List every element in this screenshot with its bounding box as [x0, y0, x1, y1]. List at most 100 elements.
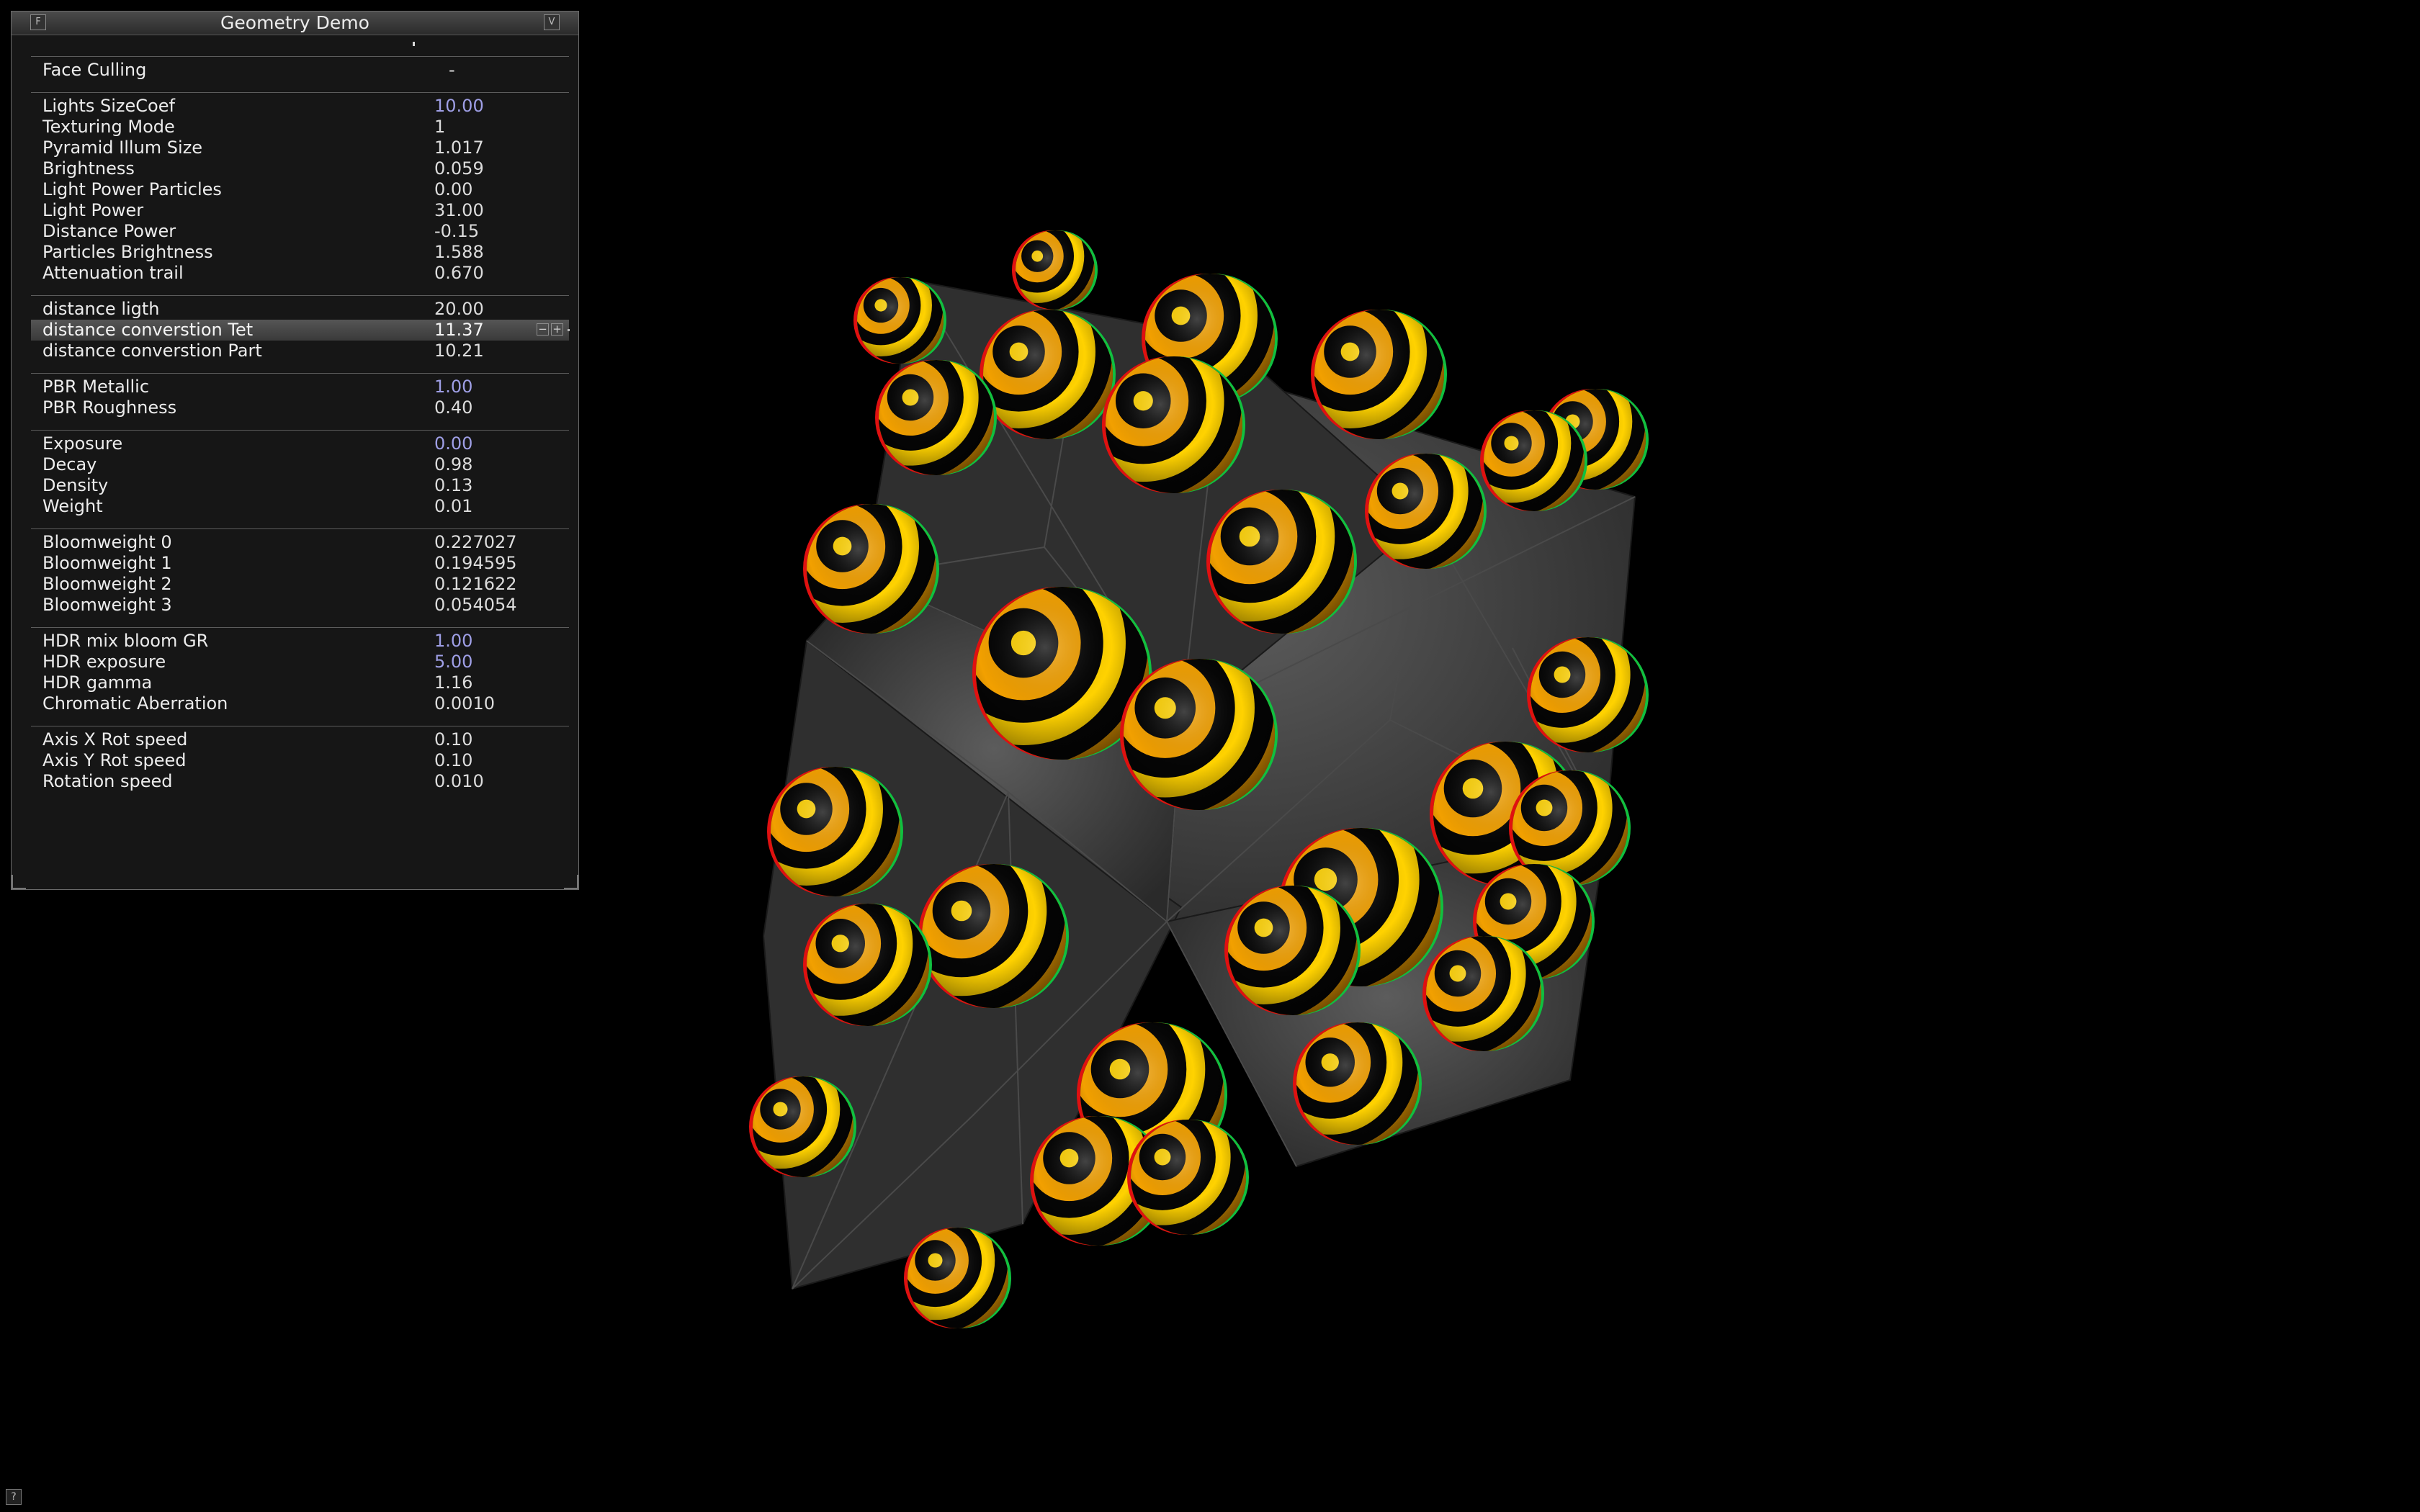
param-row[interactable]: HDR gamma 1.16: [31, 672, 569, 693]
param-value[interactable]: 0.059: [434, 158, 484, 179]
param-row[interactable]: Axis Y Rot speed 0.10: [31, 750, 569, 771]
param-label: Brightness: [42, 158, 135, 179]
param-row[interactable]: Weight 0.01: [31, 496, 569, 517]
param-value[interactable]: 1: [434, 117, 445, 138]
param-row[interactable]: Particles Brightness 1.588: [31, 242, 569, 263]
sphere-shading: [1296, 1022, 1419, 1145]
param-row[interactable]: PBR Roughness 0.40: [31, 397, 569, 418]
param-value[interactable]: 0.13: [434, 475, 472, 496]
param-row[interactable]: Face Culling -: [31, 60, 569, 81]
param-label: Lights SizeCoef: [42, 96, 175, 116]
param-row[interactable]: Light Power Particles 0.00: [31, 179, 569, 200]
param-row[interactable]: Bloomweight 0 0.227027: [31, 532, 569, 553]
param-row[interactable]: distance converstion Tet 11.37 − +: [31, 320, 570, 341]
param-value[interactable]: 1.00: [434, 631, 472, 652]
param-value[interactable]: 0.40: [434, 397, 472, 418]
param-value[interactable]: 11.37: [434, 320, 484, 341]
param-row[interactable]: Texturing Mode 1: [31, 117, 569, 138]
sphere-shading: [1131, 1120, 1246, 1235]
param-label: Axis X Rot speed: [42, 729, 188, 750]
param-row[interactable]: HDR exposure 5.00: [31, 652, 569, 672]
param-label: Weight: [42, 496, 103, 516]
param-label: Decay: [42, 454, 97, 474]
param-row[interactable]: Lights SizeCoef 10.00: [31, 96, 569, 117]
param-row[interactable]: Attenuation trail 0.670: [31, 263, 569, 284]
sphere-shading: [1314, 310, 1444, 439]
param-row[interactable]: Rotation speed 0.010: [31, 771, 569, 792]
tweak-bar-panel[interactable]: F Geometry Demo V Face Culling - Lights Si…: [11, 11, 579, 890]
sphere-shading: [1368, 454, 1484, 569]
sphere-shading: [1210, 490, 1354, 634]
param-label: distance converstion Tet: [42, 320, 254, 340]
param-label: Pyramid Illum Size: [42, 138, 203, 158]
param-label: Axis Y Rot speed: [42, 750, 187, 770]
drag-handle[interactable]: [568, 329, 570, 331]
param-label: Density: [42, 475, 109, 495]
resize-handle-right[interactable]: [564, 875, 578, 889]
param-label: Particles Brightness: [42, 242, 213, 262]
param-value[interactable]: 0.00: [434, 433, 472, 454]
param-label: Bloomweight 3: [42, 595, 172, 615]
param-label: PBR Metallic: [42, 377, 150, 397]
param-row[interactable]: HDR mix bloom GR 1.00: [31, 631, 569, 652]
param-label: Bloomweight 1: [42, 553, 172, 573]
param-row[interactable]: Exposure 0.00: [31, 433, 569, 454]
help-button[interactable]: ?: [6, 1489, 22, 1505]
param-label: Light Power Particles: [42, 179, 222, 199]
param-label: distance converstion Part: [42, 341, 262, 361]
param-label: HDR mix bloom GR: [42, 631, 209, 651]
scroll-indicator: [413, 42, 415, 46]
param-value[interactable]: 0.00: [434, 179, 472, 200]
increment-button[interactable]: +: [551, 323, 563, 336]
resize-handle-left[interactable]: [12, 875, 26, 889]
param-value[interactable]: 1.00: [434, 377, 472, 397]
param-row[interactable]: Brightness 0.059: [31, 158, 569, 179]
param-value[interactable]: 1.16: [434, 672, 472, 693]
param-value[interactable]: 0.121622: [434, 574, 517, 595]
param-row[interactable]: Bloomweight 1 0.194595: [31, 553, 569, 574]
param-row[interactable]: PBR Metallic 1.00: [31, 377, 569, 397]
param-row[interactable]: Pyramid Illum Size 1.017: [31, 138, 569, 158]
param-row[interactable]: Bloomweight 2 0.121622: [31, 574, 569, 595]
param-value[interactable]: 0.0010: [434, 693, 495, 714]
param-value[interactable]: 31.00: [434, 200, 484, 221]
param-value[interactable]: 0.227027: [434, 532, 517, 553]
param-row[interactable]: distance ligth 20.00: [31, 299, 569, 320]
param-row[interactable]: Axis X Rot speed 0.10: [31, 729, 569, 750]
param-label: HDR exposure: [42, 652, 166, 672]
param-value[interactable]: 10.00: [434, 96, 484, 117]
param-value[interactable]: 0.194595: [434, 553, 517, 574]
sphere-shading: [857, 277, 944, 364]
sphere-shading: [1484, 410, 1585, 511]
param-label: PBR Roughness: [42, 397, 177, 418]
decrement-button[interactable]: −: [537, 323, 549, 336]
param-row[interactable]: Decay 0.98: [31, 454, 569, 475]
param-row[interactable]: distance converstion Part 10.21: [31, 341, 569, 361]
param-value[interactable]: 0.670: [434, 263, 484, 284]
param-row[interactable]: Distance Power -0.15: [31, 221, 569, 242]
param-value[interactable]: 1.588: [434, 242, 484, 263]
param-value[interactable]: 0.98: [434, 454, 472, 475]
param-value[interactable]: 0.010: [434, 771, 484, 792]
param-value[interactable]: 0.054054: [434, 595, 517, 616]
panel-titlebar[interactable]: F Geometry Demo V: [12, 12, 578, 35]
param-value[interactable]: 5.00: [434, 652, 472, 672]
param-value[interactable]: 20.00: [434, 299, 484, 320]
param-value[interactable]: 0.10: [434, 729, 472, 750]
param-value[interactable]: 0.10: [434, 750, 472, 771]
collapse-icon[interactable]: V: [544, 14, 560, 30]
param-value[interactable]: 1.017: [434, 138, 484, 158]
param-row[interactable]: Density 0.13: [31, 475, 569, 496]
param-row[interactable]: Chromatic Aberration 0.0010: [31, 693, 569, 714]
param-row[interactable]: Light Power 31.00: [31, 200, 569, 221]
sphere-shading: [1228, 886, 1358, 1015]
param-row[interactable]: Bloomweight 3 0.054054: [31, 595, 569, 616]
param-label: Bloomweight 0: [42, 532, 172, 552]
param-value[interactable]: 10.21: [434, 341, 484, 361]
sphere-shading: [807, 904, 929, 1026]
param-value[interactable]: 0.01: [434, 496, 472, 517]
param-value[interactable]: -0.15: [434, 221, 479, 242]
sphere-shading: [1124, 659, 1275, 810]
param-value[interactable]: -: [449, 60, 455, 81]
